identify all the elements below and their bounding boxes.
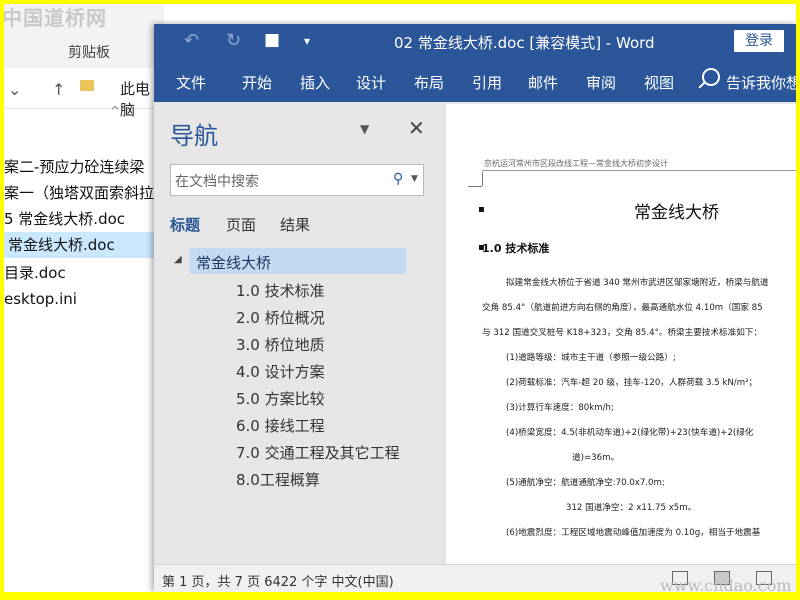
folder-icon [80, 80, 94, 91]
section-heading: 1.0 技术标准 [482, 242, 550, 255]
file-list-item[interactable]: 案二-预应力砼连续梁 [4, 154, 164, 180]
document-title: 常金线大桥 [634, 203, 719, 223]
body-line: (5)通航净空：航道通航净空:70.0x7.0m; [506, 478, 665, 488]
login-button[interactable]: 登录 [734, 30, 784, 52]
body-line: (1)道路等级：城市主干道（参照一级公路）; [506, 353, 676, 363]
nav-options-icon[interactable]: ▼ [360, 122, 369, 136]
redo-icon[interactable]: ↻ [226, 30, 241, 51]
tab-file[interactable]: 文件 [176, 72, 206, 93]
tab-headings[interactable]: 标题 [170, 214, 200, 235]
nav-subheading-item[interactable]: 5.0 方案比较 [236, 388, 325, 409]
up-arrow-icon[interactable]: ↑ [52, 80, 65, 99]
word-titlebar: ↶ ↻ ■ ▾ 02 常金线大桥.doc [兼容模式] - Word 登录 [154, 24, 796, 60]
body-line: (3)计算行车速度：80km/h; [506, 403, 614, 413]
tab-review[interactable]: 审阅 [586, 72, 616, 93]
nav-pane-title: 导航 [170, 122, 218, 150]
tab-design[interactable]: 设计 [356, 72, 386, 93]
chevron-down-icon[interactable]: ⌄ [8, 80, 21, 99]
customize-qat-icon[interactable]: ▾ [304, 34, 310, 48]
search-icon[interactable] [702, 68, 720, 86]
nav-search-input[interactable]: 在文档中搜索 ⚲ ▼ [170, 164, 424, 196]
status-text: 第 1 页，共 7 页 6422 个字 中文(中国) [162, 575, 394, 590]
word-body: 导航 ▼ ✕ 在文档中搜索 ⚲ ▼ 标题 页面 结果 ◢ 常金线大桥 1.0 技… [154, 102, 796, 564]
file-name: 案一（独塔双面索斜拉 [4, 184, 155, 202]
watermark-logo: 中国道桥网 [4, 6, 107, 30]
body-line: (2)荷载标准：汽车-超 20 级，挂车-120，人群荷载 3.5 kN/m²； [506, 378, 758, 388]
file-name: 目录.doc [4, 264, 66, 282]
nav-heading-label: 常金线大桥 [196, 254, 272, 272]
file-explorer-window: 剪贴板 ⌄ ↑ 此电脑 ^ 案二-预应力砼连续梁 案一（独塔双面索斜拉 5 常金… [4, 4, 168, 592]
nav-subheading-item[interactable]: 6.0 接线工程 [236, 415, 325, 436]
file-list-item[interactable]: esktop.ini [4, 286, 164, 312]
body-line: 道)=36m。 [572, 453, 620, 463]
chevron-down-icon[interactable]: ▼ [411, 174, 418, 184]
document-page[interactable]: 京杭运河常州市区段改线工程—常金线大桥初步设计 ▪ 常金线大桥 ▪ 1.0 技术… [446, 104, 796, 564]
file-name: 5 常金线大桥.doc [4, 210, 126, 228]
body-line: 交角 85.4°（航道前进方向右侧的角度），最高通航水位 4.10m（国家 85 [482, 303, 763, 313]
tab-insert[interactable]: 插入 [300, 72, 330, 93]
file-list-item[interactable]: 5 常金线大桥.doc [4, 206, 164, 232]
file-name: 案二-预应力砼连续梁 [4, 158, 145, 176]
nav-subheading-item[interactable]: 3.0 桥位地质 [236, 334, 325, 355]
tab-mailings[interactable]: 邮件 [528, 72, 558, 93]
chevron-up-icon[interactable]: ^ [110, 104, 120, 118]
body-line: (6)地震烈度：工程区域地震动峰值加速度为 0.10g，相当于地震基 [506, 528, 761, 538]
explorer-address-bar: ⌄ ↑ 此电脑 [4, 68, 164, 119]
search-icon[interactable]: ⚲ [393, 171, 403, 187]
nav-subheading-item[interactable]: 7.0 交通工程及其它工程 [236, 442, 400, 463]
nav-heading-item[interactable]: ◢ 常金线大桥 [174, 248, 406, 274]
undo-icon[interactable]: ↶ [184, 30, 199, 51]
crop-mark [468, 186, 482, 187]
paragraph-mark: ▪ [478, 204, 485, 215]
tab-pages[interactable]: 页面 [226, 214, 256, 235]
search-placeholder: 在文档中搜索 [175, 174, 259, 190]
save-icon[interactable]: ■ [264, 30, 280, 50]
body-line: 拟建常金线大桥位于省道 340 常州市武进区邹家塘附近，桥梁与航道 [506, 278, 769, 288]
document-area: 京杭运河常州市区段改线工程—常金线大桥初步设计 ▪ 常金线大桥 ▪ 1.0 技术… [442, 102, 796, 564]
tab-home[interactable]: 开始 [242, 72, 272, 93]
tab-view[interactable]: 视图 [644, 72, 674, 93]
file-name: 常金线大桥.doc [8, 236, 115, 254]
crop-mark [482, 172, 483, 186]
file-list-item-selected[interactable]: 常金线大桥.doc [4, 232, 168, 258]
nav-subheading-item[interactable]: 1.0 技术标准 [236, 280, 325, 301]
body-line: 312 国道净空：2 x11.75 x5m。 [566, 503, 697, 513]
tell-me-box[interactable]: 告诉我你想 [726, 72, 796, 93]
watermark-url: www.cndao.com [660, 576, 792, 592]
header-rule [482, 170, 796, 171]
clipboard-group-label: 剪贴板 [68, 45, 110, 61]
screen: 剪贴板 ⌄ ↑ 此电脑 ^ 案二-预应力砼连续梁 案一（独塔双面索斜拉 5 常金… [4, 4, 796, 592]
tab-references[interactable]: 引用 [472, 72, 502, 93]
window-title: 02 常金线大桥.doc [兼容模式] - Word [394, 34, 655, 52]
body-line: 与 312 国道交叉桩号 K18+323，交角 85.4°。桥梁主要技术标准如下… [482, 328, 762, 338]
navigation-pane: 导航 ▼ ✕ 在文档中搜索 ⚲ ▼ 标题 页面 结果 ◢ 常金线大桥 1.0 技… [154, 102, 443, 564]
file-list-item[interactable]: 目录.doc [4, 260, 164, 286]
ribbon-tabs: 文件 开始 插入 设计 布局 引用 邮件 审阅 视图 告诉我你想 [154, 60, 796, 102]
nav-subheading-item[interactable]: 4.0 设计方案 [236, 361, 325, 382]
collapse-triangle-icon[interactable]: ◢ [174, 254, 182, 265]
word-window: ↶ ↻ ■ ▾ 02 常金线大桥.doc [兼容模式] - Word 登录 文件… [154, 24, 796, 592]
tab-results[interactable]: 结果 [280, 214, 310, 235]
file-list-item[interactable]: 案一（独塔双面索斜拉 [4, 180, 164, 206]
page-header-text: 京杭运河常州市区段改线工程—常金线大桥初步设计 [484, 159, 668, 168]
nav-subheading-item[interactable]: 8.0工程概算 [236, 469, 320, 490]
file-name: esktop.ini [4, 290, 77, 308]
tab-layout[interactable]: 布局 [414, 72, 444, 93]
close-icon[interactable]: ✕ [408, 116, 425, 140]
nav-subheading-item[interactable]: 2.0 桥位概况 [236, 307, 325, 328]
body-line: (4)桥梁宽度：4.5(非机动车道)+2(绿化带)+23(快车道)+2(绿化 [506, 428, 754, 438]
